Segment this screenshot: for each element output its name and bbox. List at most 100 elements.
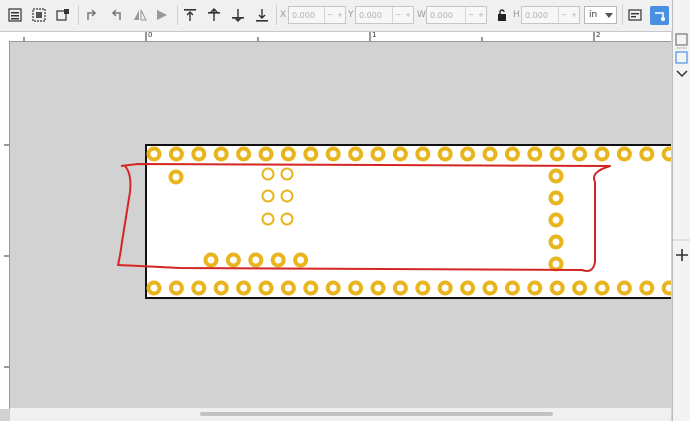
unit-select[interactable]: in xyxy=(584,6,617,24)
h-field[interactable]: 0.000 − + xyxy=(521,6,580,24)
raise-to-top-icon[interactable] xyxy=(182,7,198,23)
pad[interactable] xyxy=(270,252,286,268)
pad[interactable] xyxy=(236,280,252,296)
pad[interactable] xyxy=(460,280,476,296)
pad[interactable] xyxy=(594,280,610,296)
w-spinner[interactable]: − + xyxy=(465,7,486,23)
pad[interactable] xyxy=(548,168,564,184)
pad[interactable] xyxy=(261,212,275,226)
pad[interactable] xyxy=(504,280,520,296)
pad[interactable] xyxy=(146,280,162,296)
pad[interactable] xyxy=(348,146,364,162)
snap-icon[interactable] xyxy=(650,6,669,25)
pad[interactable] xyxy=(280,212,294,226)
pad[interactable] xyxy=(482,280,498,296)
pad[interactable] xyxy=(248,252,264,268)
pad[interactable] xyxy=(549,146,565,162)
pad[interactable] xyxy=(168,280,184,296)
pad[interactable] xyxy=(548,256,564,272)
pad[interactable] xyxy=(639,280,655,296)
pad[interactable] xyxy=(258,146,274,162)
pad[interactable] xyxy=(303,146,319,162)
pad[interactable] xyxy=(203,252,219,268)
pad[interactable] xyxy=(392,280,408,296)
lower-to-bottom-icon[interactable] xyxy=(254,7,270,23)
pcb-page[interactable] xyxy=(145,144,671,299)
pad[interactable] xyxy=(261,189,275,203)
pad[interactable] xyxy=(572,280,588,296)
h-label: H xyxy=(513,10,520,20)
pad[interactable] xyxy=(527,280,543,296)
pad[interactable] xyxy=(548,212,564,228)
pad[interactable] xyxy=(549,280,565,296)
pad[interactable] xyxy=(504,146,520,162)
pad[interactable] xyxy=(191,280,207,296)
pad[interactable] xyxy=(415,280,431,296)
pad[interactable] xyxy=(527,146,543,162)
flip-vertical-icon[interactable] xyxy=(154,7,170,23)
pad[interactable] xyxy=(639,146,655,162)
pad[interactable] xyxy=(236,146,252,162)
pad[interactable] xyxy=(437,146,453,162)
pad[interactable] xyxy=(370,280,386,296)
flip-horizontal-icon[interactable] xyxy=(132,7,148,23)
pad[interactable] xyxy=(191,146,207,162)
panel-tab-icon[interactable] xyxy=(675,33,688,46)
drawing[interactable] xyxy=(10,42,671,408)
layers-icon[interactable] xyxy=(675,51,688,64)
pad[interactable] xyxy=(225,252,241,268)
lower-icon[interactable] xyxy=(230,7,246,23)
pad[interactable] xyxy=(261,167,275,181)
pad[interactable] xyxy=(213,280,229,296)
h-spinner[interactable]: − + xyxy=(558,7,579,23)
x-spinner[interactable]: − + xyxy=(324,7,345,23)
ruler-ticks xyxy=(4,144,9,368)
rotate-cw-icon[interactable] xyxy=(108,7,124,23)
y-spinner[interactable]: − + xyxy=(392,7,413,23)
pad[interactable] xyxy=(572,146,588,162)
pad[interactable] xyxy=(280,146,296,162)
canvas[interactable] xyxy=(10,42,671,408)
pad[interactable] xyxy=(460,146,476,162)
pad[interactable] xyxy=(415,146,431,162)
pad[interactable] xyxy=(280,167,294,181)
pad[interactable] xyxy=(325,146,341,162)
pad[interactable] xyxy=(280,189,294,203)
y-field[interactable]: 0.000 − + xyxy=(355,6,414,24)
horizontal-scrollbar[interactable] xyxy=(10,408,671,421)
pad[interactable] xyxy=(482,146,498,162)
scrollbar-thumb[interactable] xyxy=(200,412,553,416)
pad[interactable] xyxy=(437,280,453,296)
pad[interactable] xyxy=(146,146,162,162)
rotate-ccw-icon[interactable] xyxy=(84,7,100,23)
pad[interactable] xyxy=(616,280,632,296)
pad[interactable] xyxy=(661,280,671,296)
add-icon[interactable] xyxy=(676,249,688,261)
transform-icon[interactable] xyxy=(627,7,643,23)
pad[interactable] xyxy=(325,280,341,296)
pad[interactable] xyxy=(661,146,671,162)
lock-icon[interactable] xyxy=(494,7,510,23)
pad[interactable] xyxy=(280,280,296,296)
pad[interactable] xyxy=(293,252,309,268)
select-all-icon[interactable] xyxy=(7,7,23,23)
pad[interactable] xyxy=(258,280,274,296)
pad[interactable] xyxy=(213,146,229,162)
pad[interactable] xyxy=(392,146,408,162)
pad[interactable] xyxy=(616,146,632,162)
pad[interactable] xyxy=(370,146,386,162)
x-field[interactable]: 0.000 − + xyxy=(288,6,346,24)
deselect-icon[interactable] xyxy=(55,7,71,23)
w-field[interactable]: 0.000 − + xyxy=(426,6,487,24)
pad[interactable] xyxy=(168,146,184,162)
chevron-down-icon[interactable] xyxy=(676,70,688,78)
pad[interactable] xyxy=(548,234,564,250)
pad[interactable] xyxy=(548,190,564,206)
ruler-ticks xyxy=(23,32,595,41)
pad[interactable] xyxy=(594,146,610,162)
pad[interactable] xyxy=(168,169,184,185)
raise-icon[interactable] xyxy=(206,7,222,23)
pad[interactable] xyxy=(348,280,364,296)
pad[interactable] xyxy=(303,280,319,296)
select-layers-icon[interactable] xyxy=(31,7,47,23)
